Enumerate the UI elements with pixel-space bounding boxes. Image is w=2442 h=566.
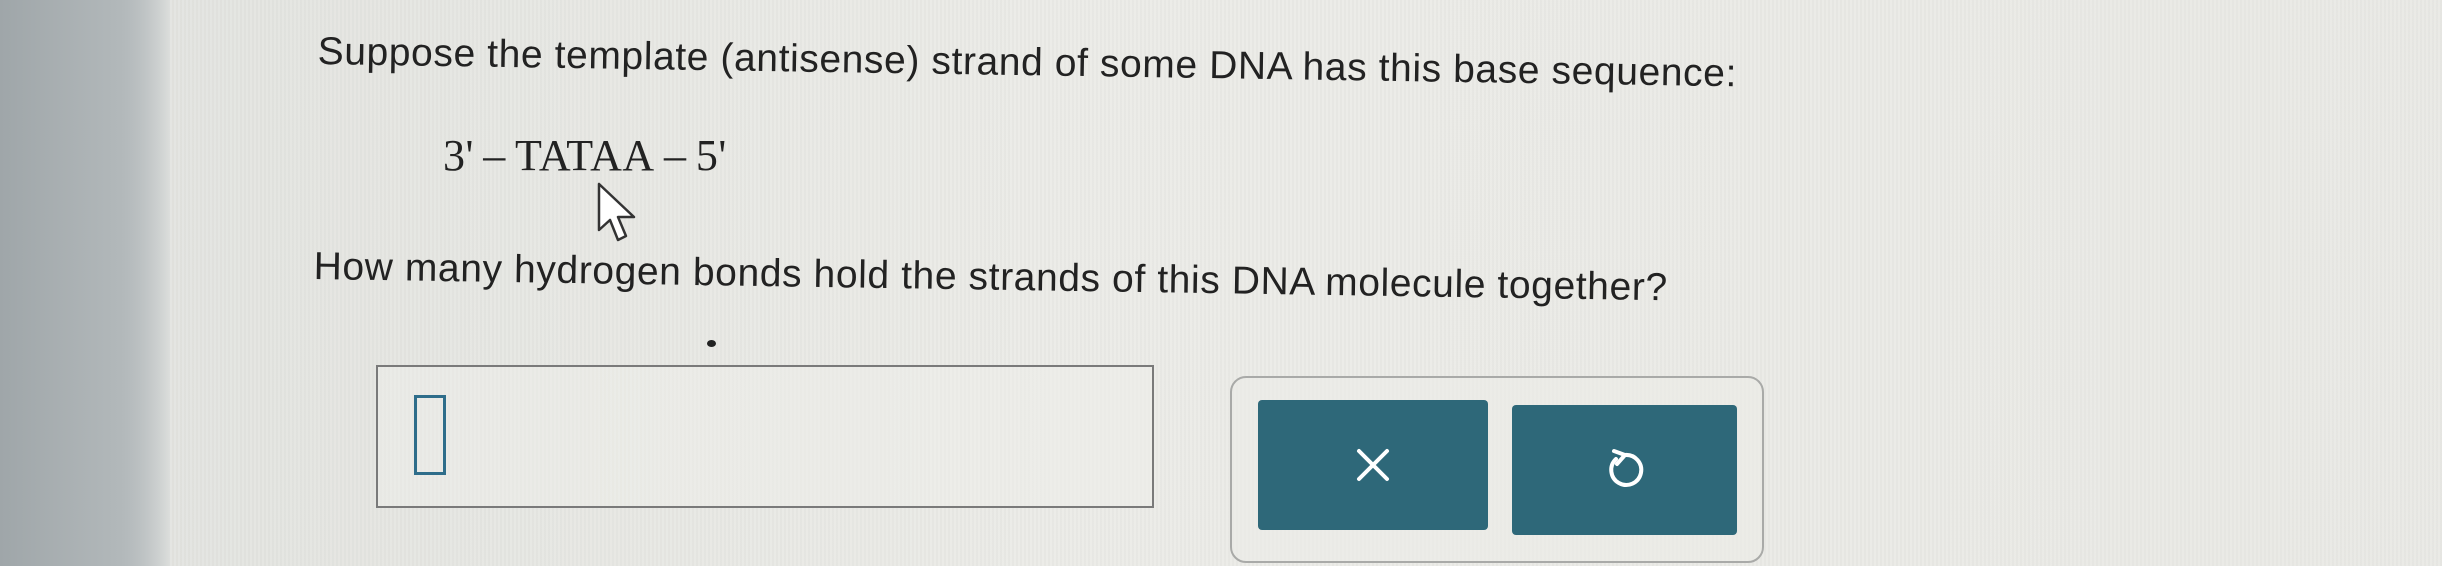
undo-button[interactable] bbox=[1512, 405, 1737, 535]
screen-bezel-shade bbox=[0, 0, 170, 566]
dna-sequence: 3' – TATAA – 5' bbox=[443, 131, 727, 180]
answer-input-field[interactable] bbox=[414, 395, 446, 475]
mouse-pointer-icon bbox=[597, 182, 636, 242]
stray-dot bbox=[707, 340, 716, 347]
x-icon bbox=[1357, 449, 1389, 481]
clear-button[interactable] bbox=[1258, 400, 1488, 530]
undo-icon bbox=[1608, 449, 1643, 487]
answer-input-area[interactable] bbox=[376, 365, 1154, 508]
